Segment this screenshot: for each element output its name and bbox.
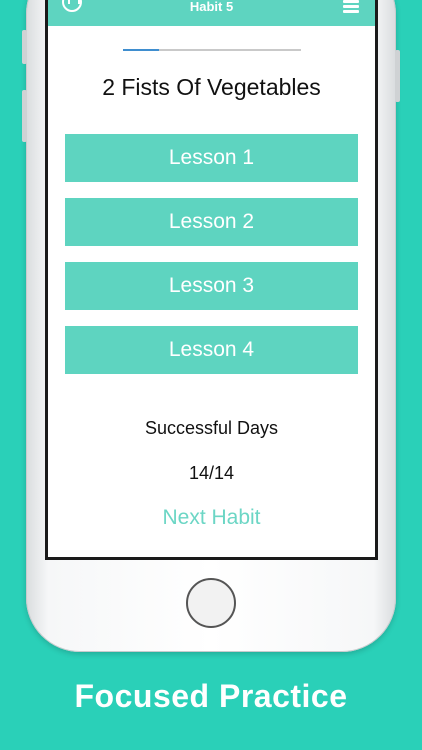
side-button	[22, 30, 27, 64]
progress-fill	[123, 49, 159, 51]
app-screen: Habit 5 2 Fists Of Vegetables Lesson 1 L…	[48, 0, 375, 557]
menu-icon[interactable]	[343, 0, 359, 13]
lesson-1-button[interactable]: Lesson 1	[65, 134, 358, 182]
successful-days-count: 14/14	[188, 463, 235, 483]
navbar-title: Habit 5	[189, 0, 234, 14]
lesson-2-button[interactable]: Lesson 2	[65, 198, 358, 246]
navbar: Habit 5	[48, 0, 375, 26]
lesson-3-button[interactable]: Lesson 3	[65, 262, 358, 310]
home-button[interactable]	[186, 578, 236, 628]
progress-bar	[123, 49, 301, 51]
power-button	[395, 50, 400, 102]
successful-days-label: Successful Days	[144, 418, 279, 438]
next-habit-link[interactable]: Next Habit	[48, 506, 375, 530]
volume-button	[22, 90, 27, 142]
lesson-4-button[interactable]: Lesson 4	[65, 326, 358, 374]
tagline: Focused Practice	[74, 678, 348, 714]
habit-title: 2 Fists Of Vegetables	[102, 74, 321, 100]
